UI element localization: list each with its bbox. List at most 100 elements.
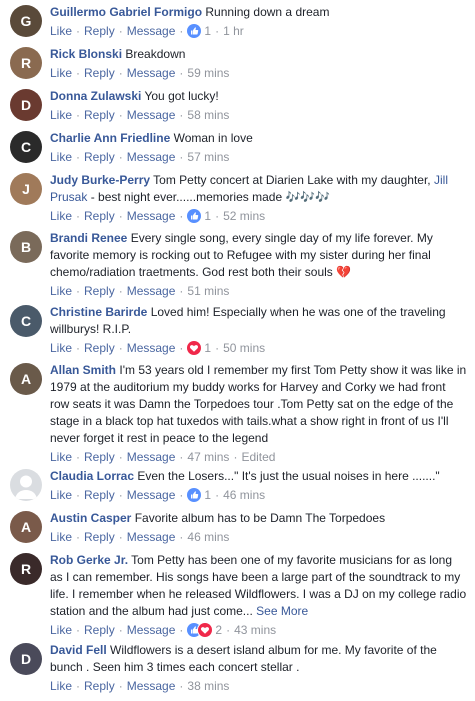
like-reaction-icon[interactable] (187, 209, 202, 223)
comment-time[interactable]: 50 mins (223, 339, 265, 357)
comment-author[interactable]: Rob Gerke Jr. (50, 553, 128, 567)
reaction-count[interactable]: 1 (204, 22, 211, 40)
reaction-count[interactable]: 1 (204, 207, 211, 225)
reply-button[interactable]: Reply (84, 486, 115, 504)
avatar[interactable]: J (10, 173, 42, 205)
avatar[interactable]: D (10, 89, 42, 121)
message-button[interactable]: Message (127, 528, 176, 546)
separator: · (179, 341, 184, 355)
comment-author[interactable]: Allan Smith (50, 363, 116, 377)
comment-author[interactable]: Rick Blonski (50, 47, 122, 61)
separator: · (76, 450, 81, 464)
comment-time[interactable]: 46 mins (223, 486, 265, 504)
like-reaction-icon[interactable] (187, 488, 202, 502)
comment-time[interactable]: 38 mins (187, 677, 229, 695)
message-button[interactable]: Message (127, 621, 176, 639)
message-button[interactable]: Message (127, 339, 176, 357)
love-reaction-icon[interactable] (198, 623, 213, 637)
like-button[interactable]: Like (50, 448, 72, 466)
reply-button[interactable]: Reply (84, 677, 115, 695)
separator: · (76, 623, 81, 637)
default-user-icon (15, 475, 37, 499)
comments-list: G Guillermo Gabriel Formigo Running down… (0, 0, 475, 700)
like-button[interactable]: Like (50, 106, 72, 124)
reply-button[interactable]: Reply (84, 64, 115, 82)
comment-time[interactable]: 59 mins (187, 64, 229, 82)
message-button[interactable]: Message (127, 64, 176, 82)
reply-button[interactable]: Reply (84, 106, 115, 124)
avatar[interactable]: C (10, 131, 42, 163)
comment-author[interactable]: David Fell (50, 643, 107, 657)
comment-time[interactable]: 52 mins (223, 207, 265, 225)
reply-button[interactable]: Reply (84, 448, 115, 466)
comment-author[interactable]: Claudia Lorrac (50, 469, 134, 483)
comment-author[interactable]: Christine Barirde (50, 305, 147, 319)
comment-author[interactable]: Austin Casper (50, 511, 131, 525)
comment-author[interactable]: Donna Zulawski (50, 89, 141, 103)
avatar[interactable]: G (10, 5, 42, 37)
reply-button[interactable]: Reply (84, 207, 115, 225)
message-button[interactable]: Message (127, 282, 176, 300)
comment-time[interactable]: 51 mins (187, 282, 229, 300)
like-button[interactable]: Like (50, 282, 72, 300)
separator: · (179, 209, 184, 223)
reply-button[interactable]: Reply (84, 282, 115, 300)
like-button[interactable]: Like (50, 64, 72, 82)
like-reaction-icon[interactable] (187, 24, 202, 38)
avatar[interactable]: R (10, 47, 42, 79)
like-button[interactable]: Like (50, 339, 72, 357)
comment: J Judy Burke-Perry Tom Petty concert at … (0, 172, 475, 230)
edited-label[interactable]: Edited (241, 448, 275, 466)
comment-time[interactable]: 46 mins (187, 528, 229, 546)
message-button[interactable]: Message (127, 22, 176, 40)
avatar[interactable]: B (10, 231, 42, 263)
reply-button[interactable]: Reply (84, 339, 115, 357)
reply-button[interactable]: Reply (84, 148, 115, 166)
avatar[interactable]: A (10, 363, 42, 395)
message-button[interactable]: Message (127, 448, 176, 466)
comment-author[interactable]: Brandi Renee (50, 231, 127, 245)
separator: · (179, 530, 184, 544)
reaction-count[interactable]: 1 (204, 486, 211, 504)
separator: · (76, 66, 81, 80)
comment-time[interactable]: 1 hr (223, 22, 244, 40)
like-button[interactable]: Like (50, 22, 72, 40)
comment-author[interactable]: Charlie Ann Friedline (50, 131, 170, 145)
message-button[interactable]: Message (127, 106, 176, 124)
comment: D Donna Zulawski You got lucky! Like · Re… (0, 88, 475, 130)
like-button[interactable]: Like (50, 677, 72, 695)
see-more-link[interactable]: See More (256, 604, 308, 618)
like-button[interactable]: Like (50, 207, 72, 225)
separator: · (215, 24, 220, 38)
reply-button[interactable]: Reply (84, 528, 115, 546)
message-button[interactable]: Message (127, 677, 176, 695)
avatar[interactable]: C (10, 305, 42, 337)
separator: · (118, 150, 123, 164)
like-button[interactable]: Like (50, 486, 72, 504)
avatar[interactable]: A (10, 511, 42, 543)
avatar[interactable] (10, 469, 42, 501)
comment-author[interactable]: Guillermo Gabriel Formigo (50, 5, 202, 19)
comment-author[interactable]: Judy Burke-Perry (50, 173, 150, 187)
comment-time[interactable]: 47 mins (187, 448, 229, 466)
like-button[interactable]: Like (50, 621, 72, 639)
love-reaction-icon[interactable] (187, 341, 202, 355)
like-button[interactable]: Like (50, 148, 72, 166)
comment-text: Claudia Lorrac Even the Losers..." It's … (50, 468, 467, 485)
separator: · (76, 150, 81, 164)
message-button[interactable]: Message (127, 148, 176, 166)
comment-time[interactable]: 57 mins (187, 148, 229, 166)
comment-text: Austin Casper Favorite album has to be D… (50, 510, 467, 527)
like-button[interactable]: Like (50, 528, 72, 546)
avatar[interactable]: R (10, 553, 42, 585)
message-button[interactable]: Message (127, 207, 176, 225)
avatar[interactable]: D (10, 643, 42, 675)
reaction-count[interactable]: 1 (204, 339, 211, 357)
comment-time[interactable]: 58 mins (187, 106, 229, 124)
comment-text: Rob Gerke Jr. Tom Petty has been one of … (50, 552, 467, 620)
reaction-count[interactable]: 2 (215, 621, 222, 639)
reply-button[interactable]: Reply (84, 22, 115, 40)
reply-button[interactable]: Reply (84, 621, 115, 639)
comment-time[interactable]: 43 mins (234, 621, 276, 639)
message-button[interactable]: Message (127, 486, 176, 504)
